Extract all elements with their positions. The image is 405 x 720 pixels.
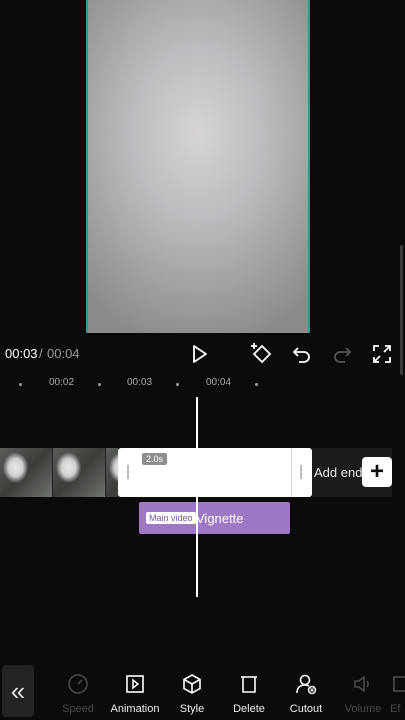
speed-icon — [68, 674, 88, 694]
effect-icon — [393, 676, 405, 692]
preview-area — [0, 0, 405, 334]
toolbar-label: Style — [179, 703, 205, 715]
clip-duration-badge: 2.0s — [142, 453, 168, 465]
clip-thumbnail — [106, 448, 118, 497]
toolbar-volume[interactable]: Volume — [333, 672, 393, 715]
ruler-tick — [255, 383, 258, 386]
toolbar-label: Animation — [110, 703, 160, 715]
play-icon[interactable] — [186, 341, 212, 367]
fullscreen-icon[interactable] — [369, 341, 395, 367]
delete-icon — [241, 676, 257, 693]
undo-icon[interactable] — [289, 341, 315, 367]
collapse-back-button[interactable]: « — [2, 665, 34, 717]
toolbar-label: Speed — [62, 703, 94, 715]
video-clip-thumbnails[interactable] — [0, 448, 118, 497]
ruler-tick — [98, 383, 101, 386]
ruler-tick — [19, 383, 22, 386]
playhead[interactable] — [196, 397, 198, 597]
toolbar-speed[interactable]: Speed — [48, 672, 108, 715]
vignette-effect-preview — [88, 0, 308, 333]
clip-thumbnail — [0, 448, 53, 497]
clip-divider — [291, 448, 292, 497]
style-cube-icon — [183, 674, 201, 694]
toolbar-label: Cutout — [289, 703, 323, 715]
ruler-label: 00:04 — [206, 377, 232, 388]
keyframe-add-icon[interactable] — [249, 340, 275, 366]
effect-name: Vignette — [196, 511, 244, 526]
video-preview[interactable] — [86, 0, 310, 333]
cutout-icon — [296, 674, 317, 695]
toolbar-delete[interactable]: Delete — [219, 672, 279, 715]
ruler-label: 00:02 — [49, 377, 75, 388]
toolbar-effect[interactable]: Ef — [390, 672, 405, 715]
ruler-label: 00:03 — [127, 377, 153, 388]
toolbar-label: Ef — [390, 703, 401, 715]
toolbar-animation[interactable]: Animation — [105, 672, 165, 715]
animation-icon — [126, 675, 144, 693]
toolbar-label: Delete — [233, 703, 265, 715]
clip-trim-handle-left[interactable] — [127, 465, 129, 479]
current-time: 00:03 — [5, 346, 38, 361]
toolbar-style[interactable]: Style — [162, 672, 222, 715]
time-separator: / — [39, 346, 43, 361]
ruler-tick — [176, 383, 179, 386]
add-clip-button[interactable]: + — [362, 457, 392, 487]
toolbar-cutout[interactable]: Cutout — [276, 672, 336, 715]
clip-trim-handle-right[interactable] — [300, 465, 302, 479]
clip-thumbnail — [53, 448, 106, 497]
main-video-badge: Main video — [146, 512, 196, 524]
total-time: 00:04 — [47, 346, 80, 361]
side-scrollbar[interactable] — [400, 245, 403, 375]
volume-icon — [354, 675, 369, 693]
redo-icon — [329, 341, 355, 367]
toolbar-label: Volume — [344, 703, 382, 715]
